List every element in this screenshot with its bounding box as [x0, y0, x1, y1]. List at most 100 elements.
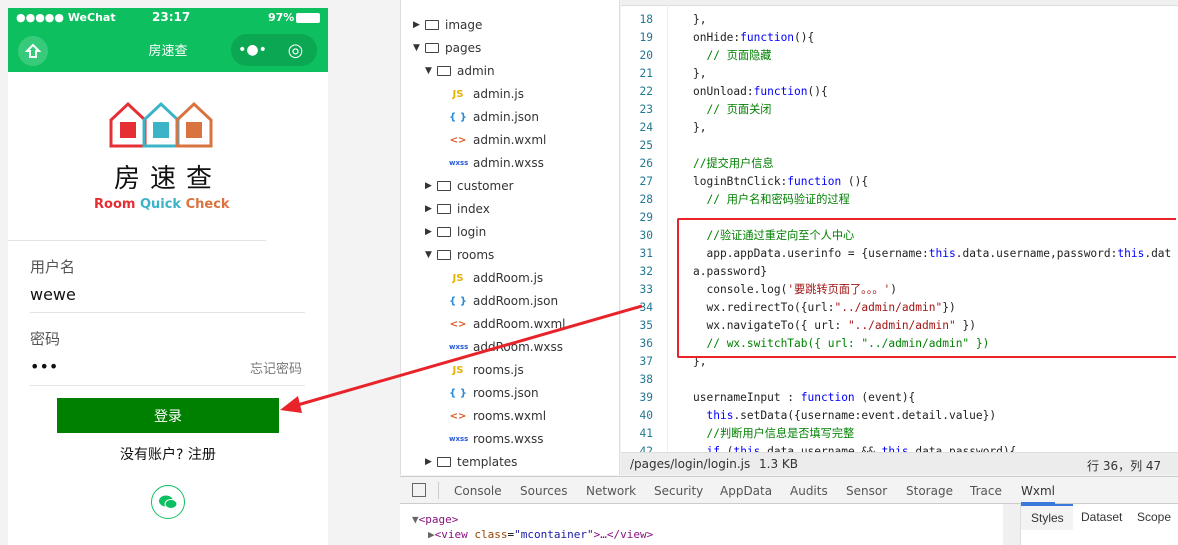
- folder-icon: [425, 20, 439, 30]
- wxml-node-page[interactable]: ▼<page>: [412, 513, 458, 526]
- tree-item-addroom-wxss[interactable]: wxss addRoom.wxss: [437, 337, 563, 357]
- code-line[interactable]: //提交用户信息: [693, 155, 1173, 173]
- caret-right-icon[interactable]: ▶: [425, 204, 437, 214]
- tree-item-index[interactable]: ▶ index: [425, 199, 490, 219]
- tree-item-rooms-wxml[interactable]: <> rooms.wxml: [437, 406, 546, 426]
- divider: [438, 482, 439, 499]
- tree-item-admin-wxml[interactable]: <> admin.wxml: [437, 130, 547, 150]
- editor-status-bar: /pages/login/login.js 1.3 KB 行 36，列 47: [621, 452, 1178, 475]
- wxml-node-view[interactable]: ▶<view class="mcontainer">…</view>: [428, 528, 653, 541]
- login-button[interactable]: 登录: [57, 398, 279, 433]
- tab-scope[interactable]: Scope: [1137, 510, 1171, 524]
- tree-item-login[interactable]: ▶ login: [425, 222, 486, 242]
- tree-item-templates[interactable]: ▶ templates: [425, 452, 517, 472]
- tab-styles[interactable]: Styles: [1021, 504, 1073, 530]
- tab-sensor[interactable]: Sensor: [846, 484, 887, 498]
- forgot-password-link[interactable]: 忘记密码: [250, 358, 302, 377]
- code-line[interactable]: onUnload:function(){: [693, 83, 1173, 101]
- caret-down-icon[interactable]: ▼: [413, 43, 425, 53]
- line-number: 32: [639, 265, 653, 278]
- tree-item-label: index: [457, 202, 490, 216]
- folder-icon: [437, 181, 451, 191]
- tree-item-admin-js[interactable]: JS admin.js: [437, 84, 524, 104]
- tree-item-customer[interactable]: ▶ customer: [425, 176, 514, 196]
- tree-item-label: rooms.json: [473, 386, 539, 400]
- tree-item-rooms-js[interactable]: JS rooms.js: [437, 360, 524, 380]
- code-line[interactable]: loginBtnClick:function (){: [693, 173, 1173, 191]
- code-line[interactable]: },: [693, 65, 1173, 83]
- tree-item-rooms-json[interactable]: { } rooms.json: [437, 383, 539, 403]
- line-number: 27: [639, 175, 653, 188]
- code-line[interactable]: onHide:function(){: [693, 29, 1173, 47]
- tree-item-addroom-js[interactable]: JS addRoom.js: [437, 268, 544, 288]
- tree-item-rooms[interactable]: ▼ rooms: [425, 245, 494, 265]
- username-label: 用户名: [30, 258, 76, 276]
- line-number: 19: [639, 31, 653, 44]
- code-line[interactable]: },: [693, 119, 1173, 137]
- tab-wxml[interactable]: Wxml: [1021, 484, 1055, 504]
- tree-item-label: admin: [457, 64, 495, 78]
- code-line[interactable]: // 用户名和密码验证的过程: [693, 191, 1173, 209]
- username-input[interactable]: wewe: [30, 285, 300, 304]
- caret-down-icon[interactable]: ▼: [425, 66, 437, 76]
- code-line[interactable]: // 页面隐藏: [693, 47, 1173, 65]
- line-number: 30: [639, 229, 653, 242]
- tree-item-label: admin.wxml: [473, 133, 547, 147]
- tab-security[interactable]: Security: [654, 484, 703, 498]
- wxss-file-icon: wxss: [449, 159, 469, 167]
- tree-item-label: rooms.wxss: [473, 432, 544, 446]
- line-number: 18: [639, 13, 653, 26]
- line-number: 39: [639, 391, 653, 404]
- tree-item-label: templates: [457, 455, 518, 469]
- tree-item-addroom-json[interactable]: { } addRoom.json: [437, 291, 558, 311]
- tree-item-pages[interactable]: ▼ pages: [413, 38, 481, 58]
- wechat-icon: [159, 495, 178, 509]
- tree-item-rooms-wxss[interactable]: wxss rooms.wxss: [437, 429, 544, 449]
- code-line[interactable]: //判断用户信息是否填写完整: [693, 425, 1173, 443]
- line-number: 31: [639, 247, 653, 260]
- line-number: 23: [639, 103, 653, 116]
- caret-right-icon[interactable]: ▶: [425, 457, 437, 467]
- password-input[interactable]: •••: [30, 357, 230, 376]
- wxml-panel: ▼<page> ▶<view class="mcontainer">…</vie…: [400, 504, 1178, 545]
- more-icon[interactable]: •●•: [231, 42, 274, 58]
- js-file-icon: JS: [452, 364, 464, 376]
- tree-item-label: addRoom.js: [473, 271, 544, 285]
- scrollbar[interactable]: [1003, 504, 1020, 545]
- register-link[interactable]: 没有账户? 注册: [8, 444, 328, 464]
- capsule-menu: •●• ◎: [231, 34, 317, 66]
- tab-audits[interactable]: Audits: [790, 484, 828, 498]
- gutter-divider: [667, 0, 668, 452]
- tab-dataset[interactable]: Dataset: [1081, 510, 1122, 524]
- close-miniprogram-icon[interactable]: ◎: [274, 40, 317, 61]
- code-line[interactable]: usernameInput : function (event){: [693, 389, 1173, 407]
- caret-down-icon[interactable]: ▼: [425, 250, 437, 260]
- tree-item-admin[interactable]: ▼ admin: [425, 61, 495, 81]
- tree-item-image[interactable]: ▶ image: [413, 15, 482, 35]
- caret-right-icon[interactable]: ▶: [425, 227, 437, 237]
- tab-storage[interactable]: Storage: [906, 484, 953, 498]
- wechat-login-button[interactable]: [151, 485, 185, 519]
- code-line[interactable]: },: [693, 11, 1173, 29]
- devtools-tabs: Console Sources Network Security AppData Audi…: [400, 476, 1178, 504]
- caret-right-icon[interactable]: ▶: [413, 20, 425, 30]
- code-line[interactable]: // 页面关闭: [693, 101, 1173, 119]
- line-number: 38: [639, 373, 653, 386]
- tree-item-addroom-wxml[interactable]: <> addRoom.wxml: [437, 314, 566, 334]
- tree-item-label: addRoom.wxml: [473, 317, 566, 331]
- tree-item-admin-json[interactable]: { } admin.json: [437, 107, 539, 127]
- tab-network[interactable]: Network: [586, 484, 636, 498]
- cursor-position: 行 36，列 47: [1087, 459, 1162, 473]
- tree-item-admin-wxss[interactable]: wxss admin.wxss: [437, 153, 544, 173]
- line-number: 40: [639, 409, 653, 422]
- inspect-icon[interactable]: [412, 483, 426, 497]
- json-file-icon: { }: [449, 295, 467, 307]
- tab-trace[interactable]: Trace: [970, 484, 1002, 498]
- tab-sources[interactable]: Sources: [520, 484, 567, 498]
- tab-console[interactable]: Console: [454, 484, 502, 498]
- tab-appdata[interactable]: AppData: [720, 484, 772, 498]
- code-line[interactable]: this.setData({username:event.detail.valu…: [693, 407, 1173, 425]
- file-path: /pages/login/login.js: [630, 457, 751, 471]
- line-number: 35: [639, 319, 653, 332]
- caret-right-icon[interactable]: ▶: [425, 181, 437, 191]
